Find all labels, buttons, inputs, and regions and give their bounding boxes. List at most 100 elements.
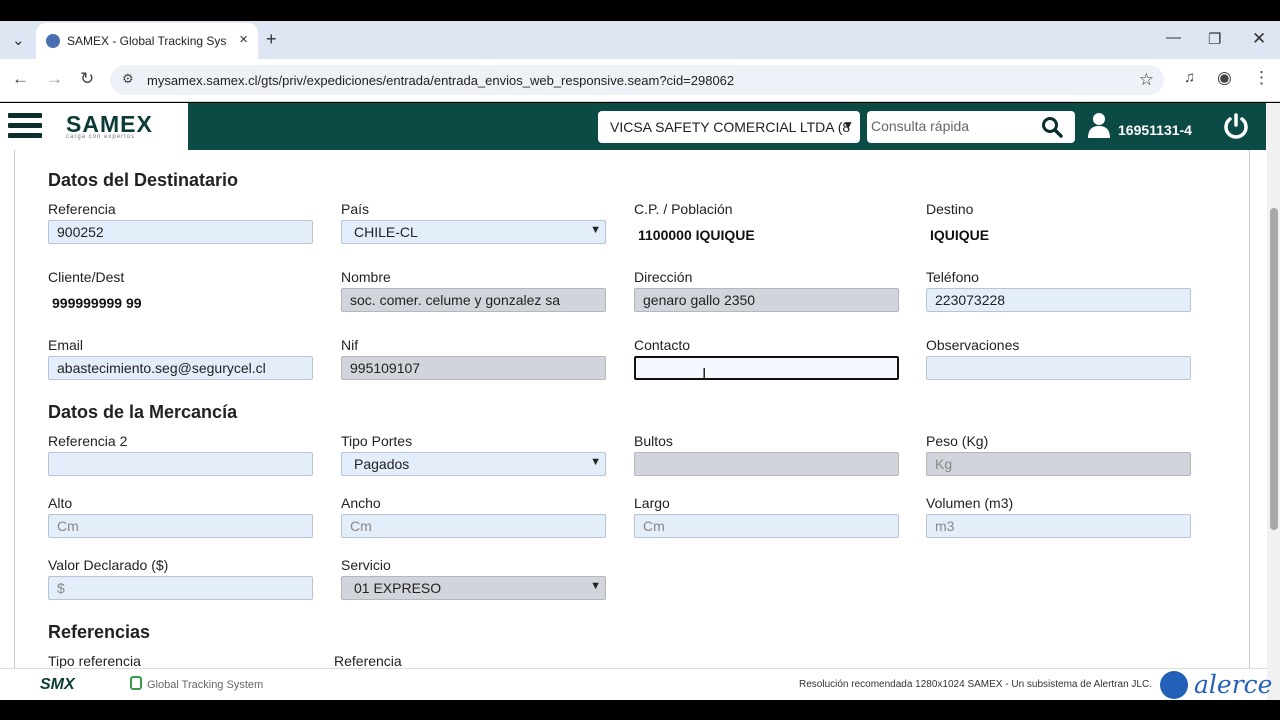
url-field[interactable]: ⚙ mysamex.samex.cl/gts/priv/expediciones…	[110, 65, 1164, 95]
email-input[interactable]: abastecimiento.seg@segurycel.cl	[48, 356, 313, 380]
referencia-header: Referencia	[334, 653, 402, 668]
destino-value: IQUIQUE	[930, 227, 990, 243]
observaciones-input[interactable]	[926, 356, 1191, 380]
chevron-down-icon: ▼	[842, 118, 854, 132]
tipo-portes-label: Tipo Portes	[341, 433, 413, 449]
nif-input[interactable]: 995109107	[341, 356, 606, 380]
referencia2-input[interactable]	[48, 452, 313, 476]
cp-label: C.P. / Población	[634, 201, 733, 217]
app-footer: SMX Global Tracking System Resolución re…	[0, 668, 1272, 700]
referencia-label: Referencia	[48, 201, 116, 217]
tipo-referencia-header: Tipo referencia	[48, 653, 141, 668]
tipo-portes-value: Pagados	[354, 456, 410, 472]
chevron-down-icon: ▼	[590, 224, 601, 236]
hamburger-menu-icon[interactable]	[8, 113, 42, 141]
ancho-input[interactable]: Cm	[341, 514, 606, 538]
gts-label: Global Tracking System	[147, 679, 264, 691]
section-title-destinatario: Datos del Destinatario	[48, 170, 239, 190]
alto-label: Alto	[48, 495, 73, 511]
company-select-value: VICSA SAFETY COMERCIAL LTDA (8	[610, 119, 851, 135]
resolution-note: Resolución recomendada 1280x1024 SAMEX -…	[799, 679, 1152, 690]
contacto-label: Contacto	[634, 337, 691, 353]
valor-label: Valor Declarado ($)	[48, 557, 169, 573]
search-icon[interactable]	[1041, 116, 1063, 138]
peso-label: Peso (Kg)	[926, 433, 989, 449]
cliente-label: Cliente/Dest	[48, 269, 125, 285]
gts-logo-icon	[130, 676, 142, 690]
bultos-input[interactable]	[634, 452, 899, 476]
profile-icon[interactable]: ◉	[1217, 68, 1232, 88]
peso-placeholder: Kg	[935, 456, 953, 472]
browser-tab[interactable]: SAMEX - Global Tracking System ×	[36, 23, 258, 59]
quick-search-input[interactable]: Consulta rápida	[867, 111, 1075, 143]
section-title-referencias: Referencias	[48, 622, 151, 642]
browser-menu-icon[interactable]: ⋮	[1253, 68, 1270, 88]
valor-placeholder: $	[57, 580, 65, 596]
largo-label: Largo	[634, 495, 670, 511]
valor-input[interactable]: $	[48, 576, 313, 600]
power-icon[interactable]	[1222, 112, 1250, 140]
ancho-placeholder: Cm	[350, 518, 372, 534]
page-scrollbar[interactable]	[1267, 103, 1280, 700]
servicio-label: Servicio	[341, 557, 391, 573]
new-tab-icon[interactable]: +	[266, 29, 277, 50]
pais-value: CHILE-CL	[354, 224, 418, 240]
alto-input[interactable]: Cm	[48, 514, 313, 538]
browser-tab-bar: ⌄ SAMEX - Global Tracking System × + — ❐…	[0, 21, 1280, 59]
site-info-icon[interactable]: ⚙	[122, 71, 134, 87]
alto-placeholder: Cm	[57, 518, 79, 534]
screen: ⌄ SAMEX - Global Tracking System × + — ❐…	[0, 0, 1280, 720]
tab-title: SAMEX - Global Tracking System	[67, 34, 227, 48]
tab-close-icon[interactable]: ×	[239, 31, 248, 48]
url-text: mysamex.samex.cl/gts/priv/expediciones/e…	[147, 73, 735, 88]
referencia2-label: Referencia 2	[48, 433, 128, 449]
ancho-label: Ancho	[341, 495, 381, 511]
bookmark-star-icon[interactable]: ☆	[1139, 70, 1154, 90]
volumen-placeholder: m3	[935, 518, 955, 534]
scrollbar-thumb[interactable]	[1270, 208, 1278, 530]
pais-label: País	[341, 201, 370, 217]
largo-input[interactable]: Cm	[634, 514, 899, 538]
user-id[interactable]: 16951131-4	[1118, 122, 1192, 138]
alerce-logo-icon	[1160, 671, 1188, 699]
bultos-label: Bultos	[634, 433, 673, 449]
nombre-input[interactable]: soc. comer. celume y gonzalez sa	[341, 288, 606, 312]
chevron-down-icon: ▼	[590, 580, 601, 592]
observaciones-label: Observaciones	[926, 337, 1020, 353]
servicio-value: 01 EXPRESO	[354, 580, 442, 596]
volumen-label: Volumen (m3)	[926, 495, 1014, 511]
volumen-input[interactable]: m3	[926, 514, 1191, 538]
tab-search-icon[interactable]: ⌄	[12, 31, 25, 49]
restore-icon[interactable]: ❐	[1208, 30, 1221, 48]
email-label: Email	[48, 337, 84, 353]
samex-logo-tagline: carga con expertos	[66, 134, 136, 140]
user-icon[interactable]	[1088, 112, 1110, 138]
tipo-portes-select[interactable]: Pagados ▼	[341, 452, 606, 476]
forward-icon[interactable]: →	[46, 69, 63, 89]
contacto-input[interactable]	[634, 356, 899, 380]
reload-icon[interactable]: ↻	[80, 69, 94, 89]
peso-input[interactable]: Kg	[926, 452, 1191, 476]
cp-value: 1100000 IQUIQUE	[638, 227, 755, 243]
company-select[interactable]: VICSA SAFETY COMERCIAL LTDA (8 ▼	[598, 111, 860, 143]
samex-favicon-icon	[46, 34, 60, 48]
section-title-mercancia: Datos de la Mercancía	[48, 402, 238, 422]
quick-search-placeholder: Consulta rápida	[871, 118, 970, 134]
servicio-select[interactable]: 01 EXPRESO ▼	[341, 576, 606, 600]
text-cursor-icon: I	[702, 366, 707, 383]
referencia-input[interactable]: 900252	[48, 220, 313, 244]
window-close-icon[interactable]: ✕	[1252, 29, 1266, 49]
telefono-input[interactable]: 223073228	[926, 288, 1191, 312]
app-header: SAMEX carga con expertos VICSA SAFETY CO…	[0, 103, 1266, 150]
smx-logo: SMX	[40, 676, 75, 693]
back-icon[interactable]: ←	[12, 69, 29, 89]
cliente-value: 999999999 99	[52, 295, 142, 311]
direccion-input[interactable]: genaro gallo 2350	[634, 288, 899, 312]
form-content: Datos del Destinatario Referencia 900252…	[14, 150, 1250, 668]
direccion-label: Dirección	[634, 269, 693, 285]
logo-area: SAMEX carga con expertos	[0, 103, 188, 150]
media-control-icon[interactable]: ♫	[1184, 69, 1195, 86]
nombre-label: Nombre	[341, 269, 391, 285]
minimize-icon[interactable]: —	[1166, 29, 1181, 46]
pais-select[interactable]: CHILE-CL ▼	[341, 220, 606, 244]
